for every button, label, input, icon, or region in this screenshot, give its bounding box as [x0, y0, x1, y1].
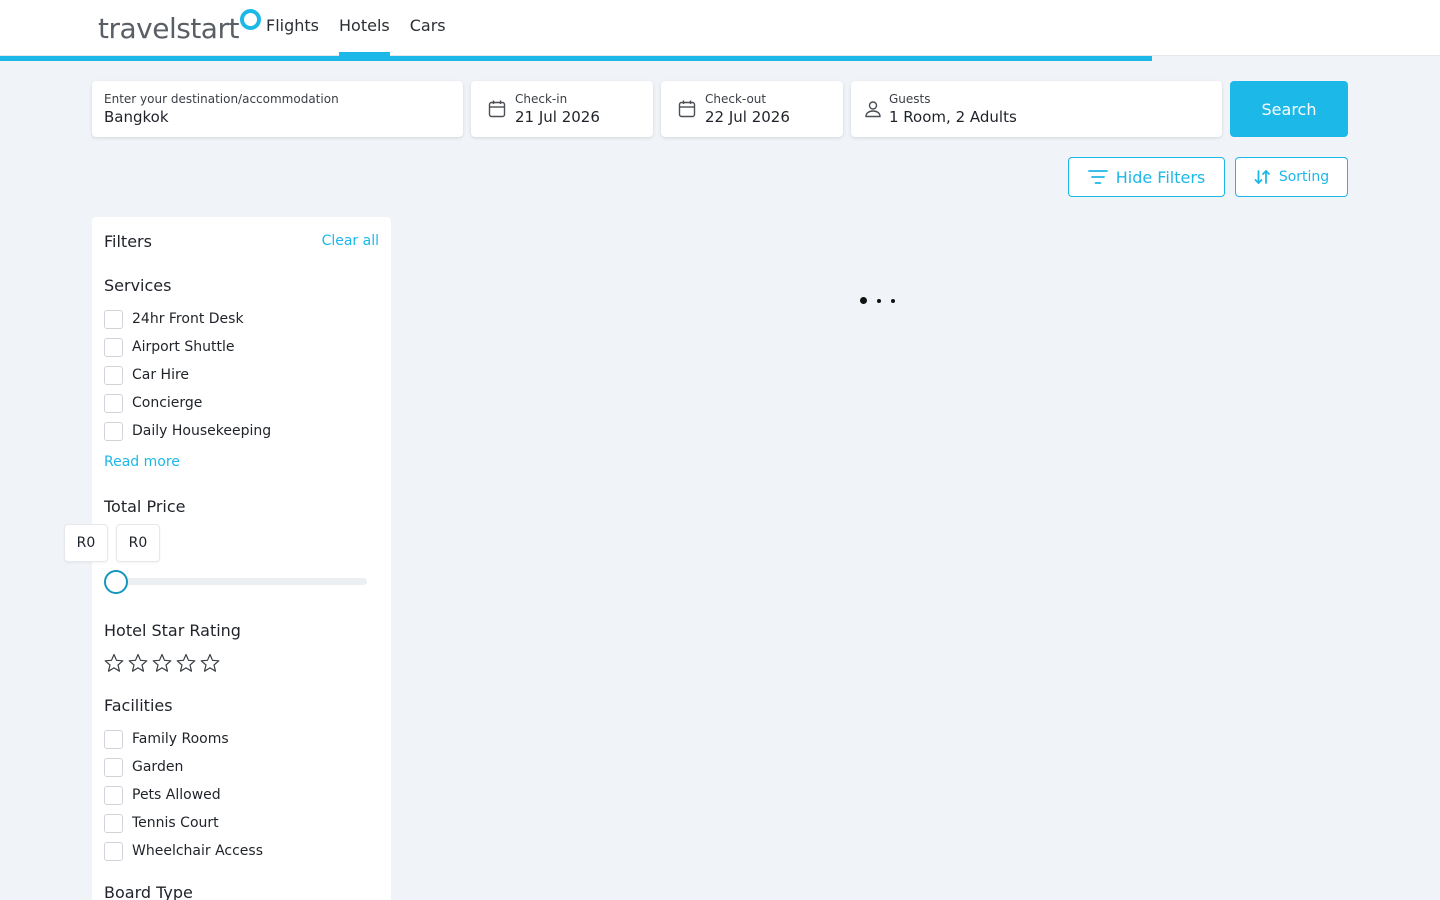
checkbox[interactable]: [104, 757, 123, 777]
price-slider-track[interactable]: [116, 578, 367, 585]
checkin-label: Check-in: [515, 92, 568, 106]
top-header: travelstart Flights Hotels Cars: [0, 0, 1440, 56]
star-rating-selector: [104, 653, 220, 673]
checkout-value[interactable]: 22 Jul 2026: [705, 108, 790, 126]
service-option[interactable]: 24hr Front Desk: [104, 309, 244, 329]
star-icon[interactable]: [128, 653, 148, 673]
service-option[interactable]: Daily Housekeeping: [104, 421, 271, 441]
checkbox[interactable]: [104, 421, 123, 441]
facility-option[interactable]: Garden: [104, 757, 183, 777]
guests-field[interactable]: Guests 1 Room, 2 Adults: [851, 81, 1222, 137]
facility-option[interactable]: Family Rooms: [104, 729, 229, 749]
services-title: Services: [104, 276, 172, 295]
calendar-icon: [488, 100, 506, 118]
destination-label: Enter your destination/accommodation: [104, 92, 339, 106]
loading-dot: [891, 298, 895, 303]
checkbox[interactable]: [104, 841, 123, 861]
loading-progress-fill: [0, 56, 1152, 61]
checkbox[interactable]: [104, 785, 123, 805]
destination-field[interactable]: Enter your destination/accommodation Ban…: [92, 81, 463, 137]
destination-value[interactable]: Bangkok: [104, 108, 169, 126]
guests-value[interactable]: 1 Room, 2 Adults: [889, 108, 1017, 126]
star-icon[interactable]: [200, 653, 220, 673]
sorting-label: Sorting: [1278, 169, 1330, 185]
checkbox[interactable]: [104, 729, 123, 749]
service-option[interactable]: Concierge: [104, 393, 202, 413]
travelstart-logo[interactable]: travelstart: [98, 9, 261, 47]
loading-progress-bar: [0, 56, 1440, 61]
board-type-title: Board Type: [104, 883, 193, 900]
price-slider-handle[interactable]: [104, 570, 128, 594]
facilities-title: Facilities: [104, 696, 173, 715]
loading-indicator: [860, 297, 895, 304]
checkbox[interactable]: [104, 393, 123, 413]
facility-option[interactable]: Wheelchair Access: [104, 841, 263, 861]
nav-flights[interactable]: Flights: [266, 0, 319, 56]
main-nav: Flights Hotels Cars: [266, 0, 446, 56]
price-max-input[interactable]: R0: [116, 524, 160, 562]
logo-ring-icon: [239, 9, 261, 30]
checkin-value[interactable]: 21 Jul 2026: [515, 108, 600, 126]
star-rating-title: Hotel Star Rating: [104, 621, 241, 640]
search-button[interactable]: Search: [1230, 81, 1348, 137]
checkout-label: Check-out: [705, 92, 767, 106]
hide-filters-button[interactable]: Hide Filters: [1068, 157, 1225, 197]
star-icon[interactable]: [152, 653, 172, 673]
checkbox[interactable]: [104, 309, 123, 329]
checkbox[interactable]: [104, 813, 123, 833]
facility-option[interactable]: Tennis Court: [104, 813, 219, 833]
services-read-more-link[interactable]: Read more: [104, 454, 180, 470]
loading-dot: [860, 297, 867, 304]
logo-wordmark: travelstart: [98, 12, 239, 45]
person-icon: [865, 101, 881, 118]
nav-hotels[interactable]: Hotels: [339, 0, 390, 56]
checkbox[interactable]: [104, 337, 123, 357]
checkbox[interactable]: [104, 365, 123, 385]
sort-arrows-icon: [1254, 170, 1270, 184]
clear-all-link[interactable]: Clear all: [322, 233, 379, 249]
star-icon[interactable]: [104, 653, 124, 673]
calendar-icon: [678, 100, 696, 118]
hide-filters-label: Hide Filters: [1115, 167, 1206, 187]
facility-option[interactable]: Pets Allowed: [104, 785, 221, 805]
service-option[interactable]: Airport Shuttle: [104, 337, 234, 357]
service-option[interactable]: Car Hire: [104, 365, 189, 385]
price-min-input[interactable]: R0: [64, 524, 108, 562]
nav-cars[interactable]: Cars: [410, 0, 446, 56]
checkout-field[interactable]: Check-out 22 Jul 2026: [661, 81, 843, 137]
filter-lines-icon: [1087, 170, 1108, 184]
filters-panel: Filters Clear all Services 24hr Front De…: [64, 217, 391, 900]
filters-title: Filters: [104, 232, 152, 251]
checkin-field[interactable]: Check-in 21 Jul 2026: [471, 81, 653, 137]
sorting-button[interactable]: Sorting: [1235, 157, 1348, 197]
guests-label: Guests: [889, 92, 931, 106]
star-icon[interactable]: [176, 653, 196, 673]
loading-dot: [877, 298, 881, 303]
total-price-title: Total Price: [104, 497, 186, 516]
